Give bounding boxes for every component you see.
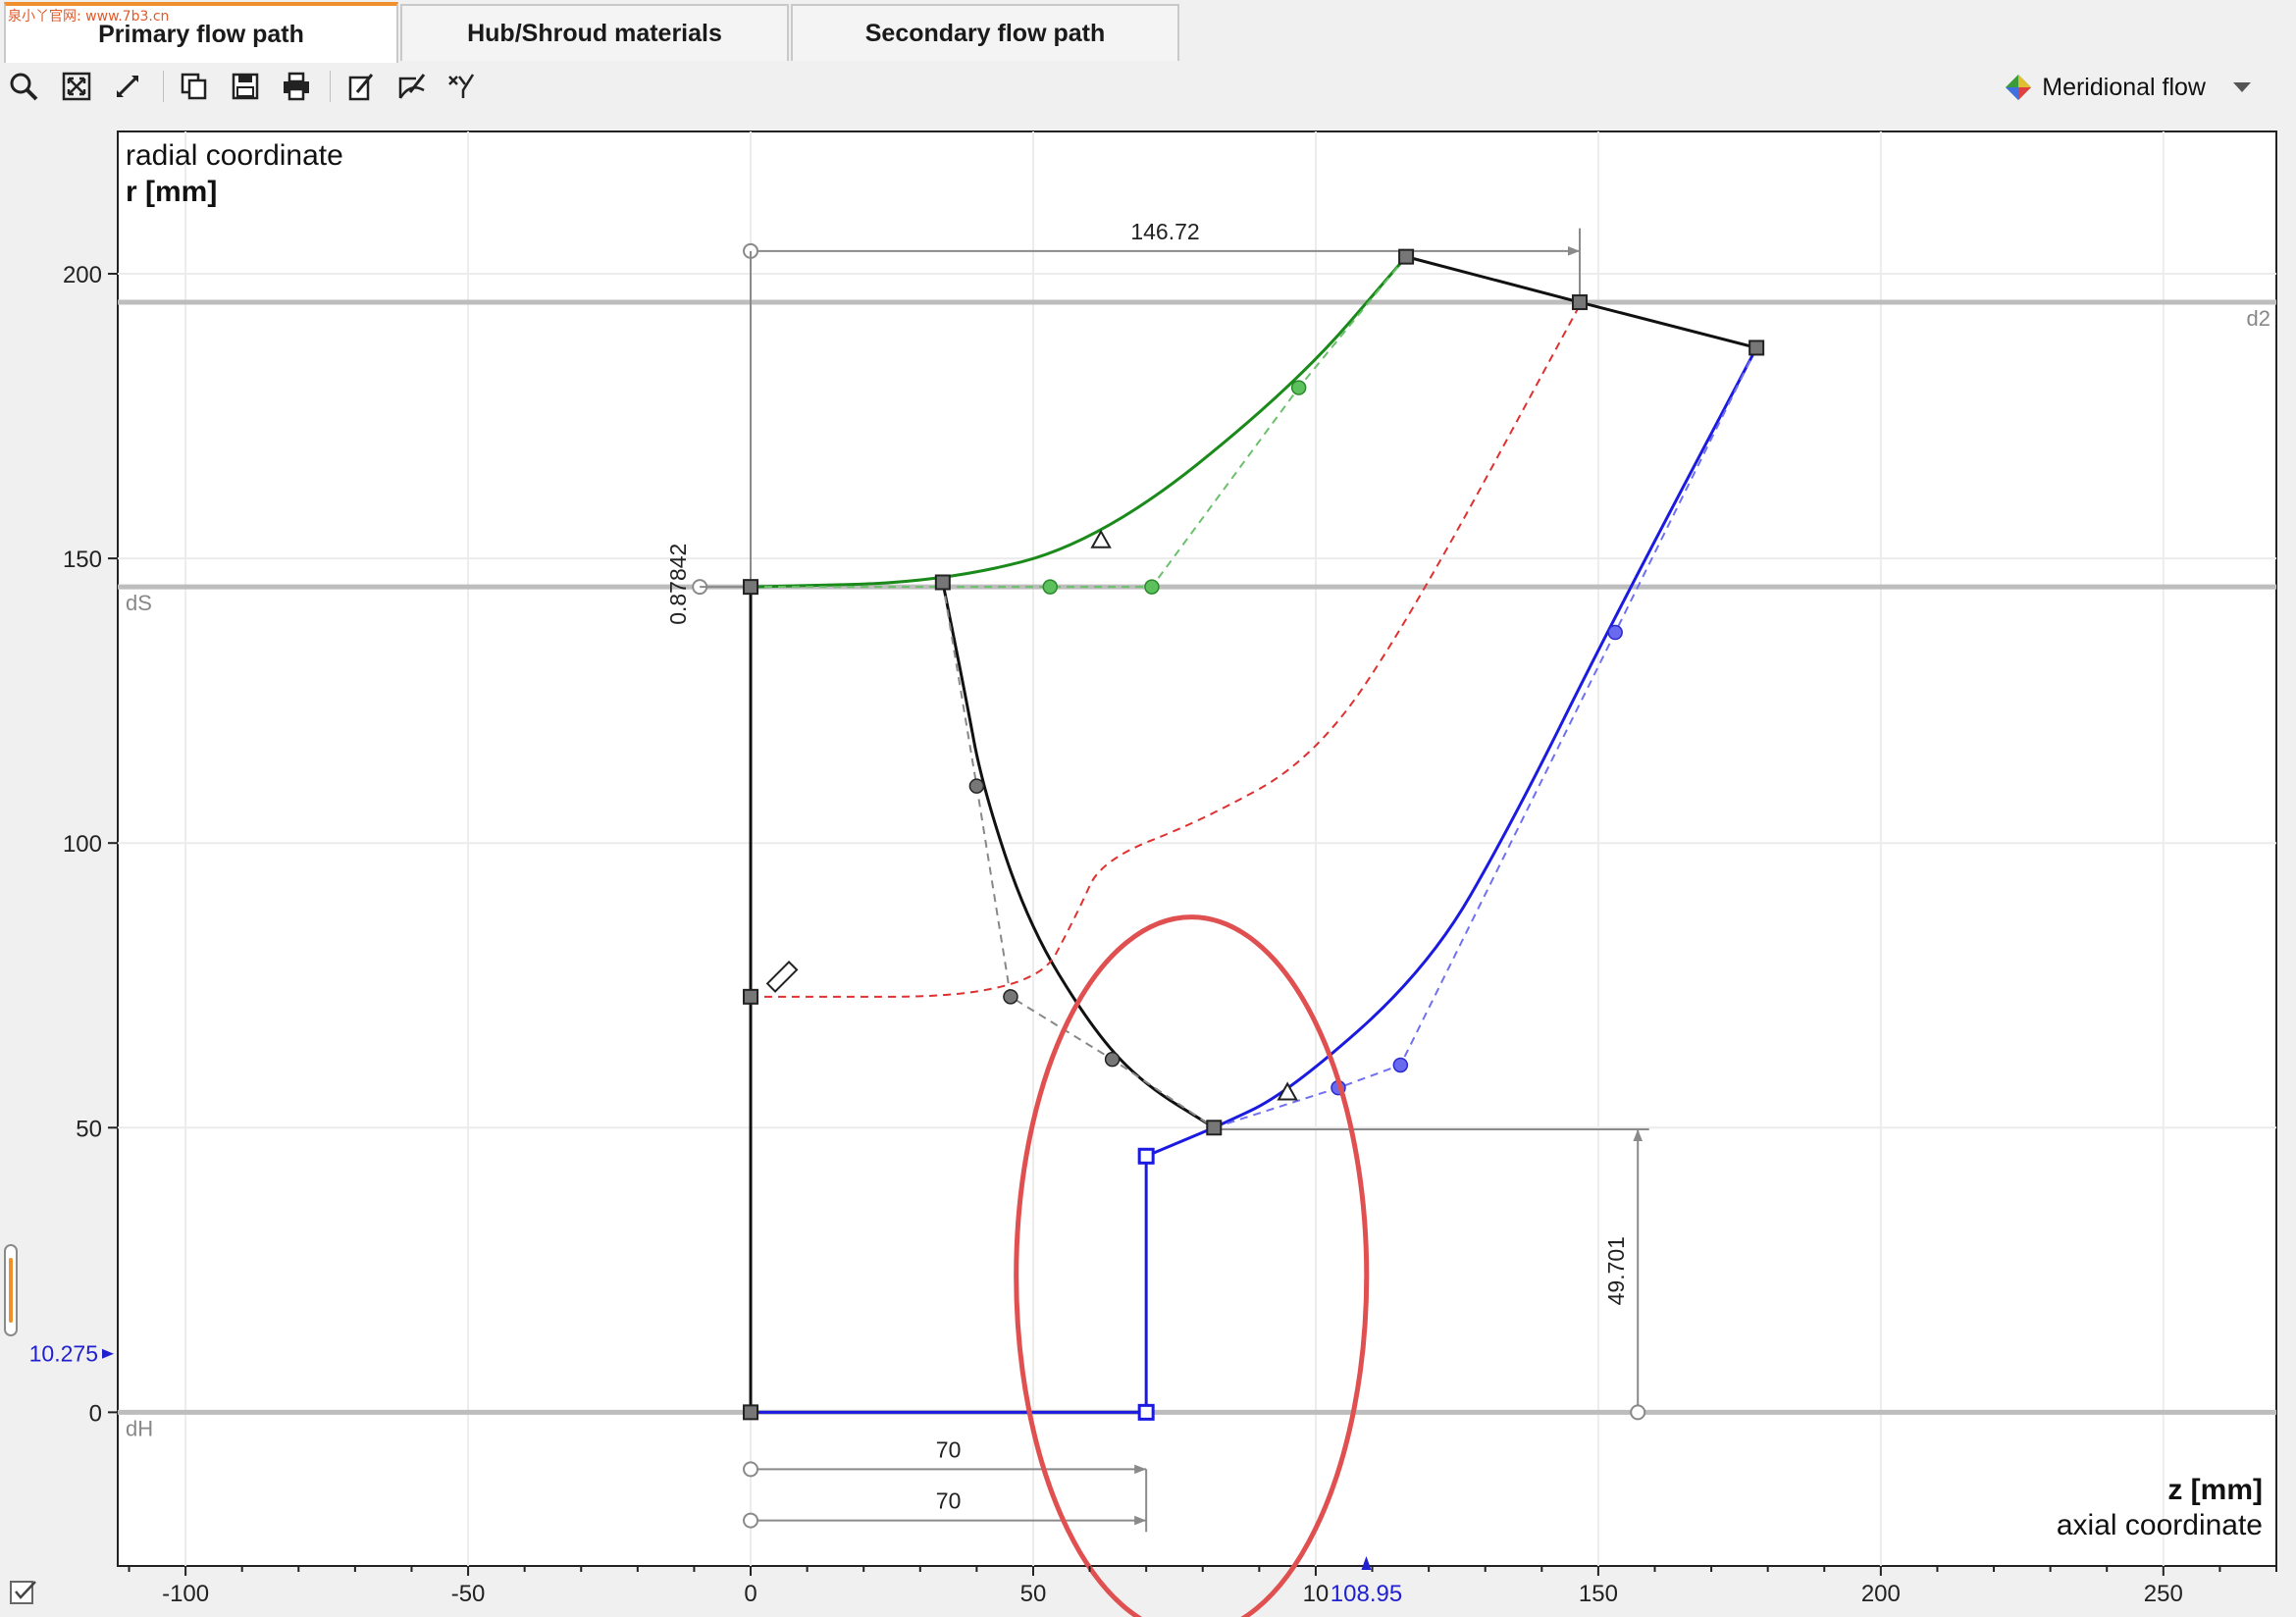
- control-node[interactable]: [743, 988, 759, 1005]
- shroud-control-point[interactable]: [1144, 579, 1160, 595]
- dimension-anchor[interactable]: [743, 1512, 759, 1529]
- tab-bar: Primary flow path Hub/Shroud materials S…: [0, 0, 2296, 63]
- meridional-flow-icon: [2006, 75, 2032, 100]
- print-icon[interactable]: [279, 69, 314, 104]
- x-tick-label: 150: [1579, 1581, 1618, 1607]
- y-marker-label: 10.275: [29, 1341, 98, 1367]
- y-tick-label: 150: [63, 547, 102, 573]
- x-tick-label: -100: [162, 1581, 209, 1607]
- y-axis-unit: r [mm]: [126, 176, 217, 208]
- shroud-control-point[interactable]: [1290, 380, 1307, 395]
- x-tick-label: 0: [744, 1581, 757, 1607]
- tab-hub-shroud-materials[interactable]: Hub/Shroud materials: [400, 4, 789, 61]
- x-axis-unit: z [mm]: [2167, 1474, 2263, 1506]
- x-tick-label: 250: [2144, 1581, 2183, 1607]
- y-marker-arrow: [102, 1348, 114, 1359]
- watermark-text: 泉小丫官网: www.7b3.cn: [8, 9, 170, 25]
- save-icon[interactable]: [228, 69, 263, 104]
- x-tick-label: 10: [1303, 1581, 1330, 1607]
- x-marker-label: 108.95: [1331, 1581, 1402, 1607]
- x-tick-label: 50: [1020, 1581, 1047, 1607]
- edge-control-point[interactable]: [1104, 1051, 1121, 1068]
- tab-secondary-flow-path[interactable]: Secondary flow path: [791, 4, 1179, 61]
- plot-area[interactable]: [117, 130, 2277, 1567]
- y-tick-label: 0: [89, 1400, 102, 1427]
- edge-control-point[interactable]: [1003, 989, 1018, 1005]
- hub-node[interactable]: [1137, 1147, 1155, 1165]
- meridional-chart[interactable]: d2dSdH 146.720.8784249.7017070 050100150…: [0, 118, 2296, 1617]
- control-node[interactable]: [1572, 294, 1589, 311]
- reference-label-dS: dS: [126, 591, 152, 615]
- control-node[interactable]: [1398, 248, 1415, 265]
- hub-control-point[interactable]: [1607, 624, 1623, 641]
- view-mode-label: Meridional flow: [2042, 73, 2206, 101]
- pan-icon[interactable]: [110, 69, 145, 104]
- toolbar: Meridional flow: [0, 63, 2296, 112]
- edge-control-point[interactable]: [968, 778, 985, 794]
- axis-edit-icon[interactable]: [444, 69, 479, 104]
- dimension-label: 49.701: [1603, 1236, 1629, 1305]
- chevron-down-icon[interactable]: [2233, 82, 2251, 92]
- dimension-label: 70: [936, 1436, 962, 1462]
- x-tick-label: -50: [451, 1581, 486, 1607]
- reference-label-d2: d2: [2247, 306, 2270, 331]
- shroud-control-point[interactable]: [1042, 579, 1059, 595]
- dimension-label: 146.72: [1130, 219, 1199, 244]
- dimension-anchor[interactable]: [1630, 1404, 1646, 1421]
- edit-icon[interactable]: [343, 69, 379, 104]
- control-node[interactable]: [1206, 1120, 1223, 1136]
- y-tick-label: 200: [63, 262, 102, 288]
- dimension-label: 0.87842: [665, 544, 691, 625]
- control-node[interactable]: [743, 1404, 759, 1421]
- y-tick-label: 100: [63, 831, 102, 858]
- y-tick-label: 50: [76, 1116, 102, 1142]
- toolbar-separator: [330, 71, 331, 102]
- hub-control-point[interactable]: [1392, 1057, 1409, 1073]
- x-axis-title: axial coordinate: [2057, 1509, 2263, 1541]
- reference-label-dH: dH: [126, 1416, 153, 1440]
- side-scroll-handle[interactable]: [4, 1244, 18, 1336]
- view-mode-dropdown[interactable]: Meridional flow: [2005, 69, 2251, 106]
- dimension-label: 70: [936, 1488, 962, 1514]
- zoom-icon[interactable]: [6, 69, 41, 104]
- fit-to-window-icon[interactable]: [59, 69, 94, 104]
- toolbar-separator: [163, 71, 164, 102]
- dimension-anchor[interactable]: [743, 1461, 759, 1478]
- control-node[interactable]: [934, 574, 951, 591]
- checklist-icon[interactable]: [8, 1576, 39, 1607]
- y-axis-title: radial coordinate: [126, 139, 343, 172]
- control-node[interactable]: [1748, 339, 1765, 356]
- x-tick-label: 200: [1861, 1581, 1901, 1607]
- hub-node[interactable]: [1137, 1403, 1155, 1421]
- control-node[interactable]: [743, 579, 759, 596]
- copy-icon[interactable]: [177, 69, 212, 104]
- edit-curve-icon[interactable]: [394, 69, 430, 104]
